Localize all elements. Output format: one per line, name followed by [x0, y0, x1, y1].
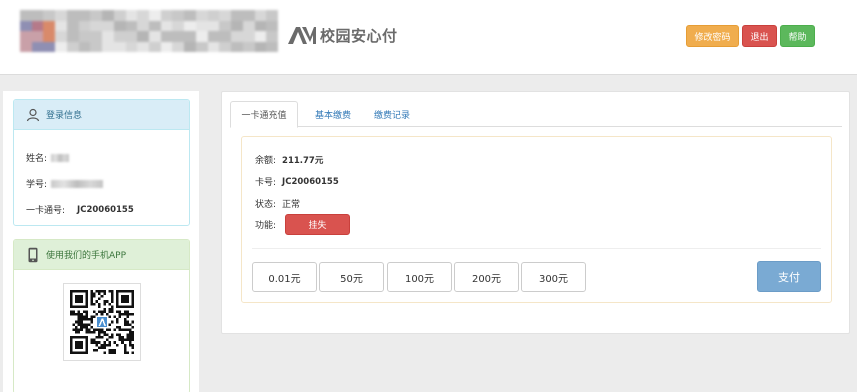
name-label: 姓名:	[26, 154, 48, 164]
balance-value: 211.77元	[282, 155, 324, 166]
amount-option-300[interactable]: 300元	[521, 262, 586, 292]
sidebar: 登录信息 姓名: 学号: 一卡通号: JC20060155 使用我们的手机APP	[3, 91, 199, 392]
status-value: 正常	[282, 200, 301, 210]
brand-logo-icon	[288, 27, 316, 44]
header: 校园安心付 修改密码 退出 帮助	[0, 0, 857, 75]
brand: 校园安心付	[287, 24, 398, 46]
name-value-masked	[51, 153, 70, 162]
amount-option-0.01[interactable]: 0.01元	[252, 262, 317, 292]
status-row: 状态: 正常	[255, 197, 300, 210]
name-row: 姓名:	[26, 151, 70, 164]
tab-payment-records[interactable]: 缴费记录	[367, 101, 417, 127]
recharge-form: 余额: 211.77元 卡号: JC20060155 状态: 正常 功能: 挂失…	[241, 136, 832, 303]
card-number-value: JC20060155	[77, 204, 134, 215]
pay-button[interactable]: 支付	[757, 261, 821, 292]
mobile-phone-icon	[25, 247, 41, 263]
balance-label: 余额:	[255, 156, 277, 166]
tab-bar: 一卡通充值 基本缴费 缴费记录	[230, 101, 842, 128]
function-row: 功能: 挂失	[255, 214, 351, 235]
mobile-app-header: 使用我们的手机APP	[14, 240, 189, 270]
help-button[interactable]: 帮助	[780, 25, 815, 47]
logout-button[interactable]: 退出	[742, 25, 777, 47]
school-logo-blurred	[20, 10, 278, 52]
brand-text: 校园安心付	[320, 26, 398, 45]
card-row: 一卡通号: JC20060155	[26, 203, 134, 217]
card-value: JC20060155	[282, 176, 339, 187]
main-panel: 一卡通充值 基本缴费 缴费记录 余额: 211.77元 卡号: JC200601…	[221, 91, 850, 334]
student-id-value-masked	[51, 179, 104, 188]
login-info-panel: 登录信息 姓名: 学号: 一卡通号: JC20060155	[13, 99, 190, 226]
card-number-row: 卡号: JC20060155	[255, 175, 339, 189]
amount-option-50[interactable]: 50元	[319, 262, 384, 292]
card-label: 卡号:	[255, 178, 277, 188]
mobile-app-panel: 使用我们的手机APP	[13, 239, 190, 392]
divider	[252, 248, 821, 249]
function-label: 功能:	[255, 221, 277, 231]
login-info-title: 登录信息	[46, 111, 83, 121]
change-password-button[interactable]: 修改密码	[686, 25, 739, 47]
mobile-app-title: 使用我们的手机APP	[46, 251, 127, 261]
user-icon	[25, 107, 41, 123]
amount-option-200[interactable]: 200元	[454, 262, 519, 292]
qr-code	[63, 283, 141, 361]
qr-code-image	[70, 290, 134, 354]
tab-basic-payment[interactable]: 基本缴费	[308, 101, 358, 127]
student-id-row: 学号:	[26, 177, 104, 190]
card-number-label: 一卡通号:	[26, 206, 66, 216]
login-info-header: 登录信息	[14, 100, 189, 130]
amount-option-100[interactable]: 100元	[387, 262, 452, 292]
status-label: 状态:	[255, 200, 277, 210]
balance-row: 余额: 211.77元	[255, 153, 324, 167]
report-lost-button[interactable]: 挂失	[285, 214, 351, 235]
student-id-label: 学号:	[26, 180, 48, 190]
tab-card-recharge[interactable]: 一卡通充值	[230, 101, 298, 128]
